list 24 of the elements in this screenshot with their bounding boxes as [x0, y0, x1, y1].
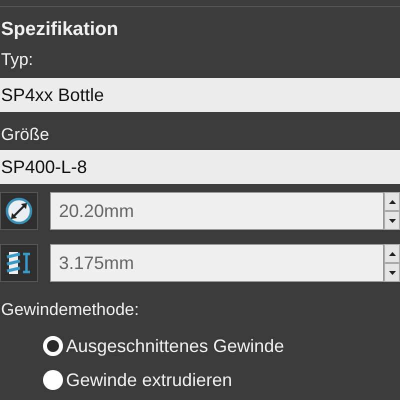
diameter-icon [4, 197, 33, 225]
increment-button[interactable] [384, 244, 400, 263]
thread-pitch-icon [4, 249, 33, 277]
increment-button[interactable] [384, 192, 400, 211]
radio-label: Gewinde extrudieren [66, 369, 232, 392]
radio-button[interactable] [43, 336, 63, 356]
value-field[interactable]: 20.20mm [50, 192, 384, 230]
field-label: Typ: [1, 49, 34, 71]
down-arrow-icon [388, 218, 396, 222]
field-label: Gewindemethode: [1, 299, 140, 321]
radio-label: Ausgeschnittenes Gewinde [66, 335, 284, 358]
value-field[interactable]: 3.175mm [50, 244, 384, 282]
decrement-button[interactable] [384, 211, 400, 230]
diameter-button[interactable] [0, 192, 38, 230]
field-label: Größe [1, 124, 50, 146]
decrement-button[interactable] [384, 263, 400, 282]
pitch-button[interactable] [0, 244, 38, 282]
radio-button[interactable] [43, 370, 63, 390]
type-field[interactable]: SP4xx Bottle [0, 78, 400, 112]
section-title: Spezifikation [1, 18, 120, 42]
size-field[interactable]: SP400-L-8 [0, 150, 400, 184]
up-arrow-icon [388, 200, 396, 204]
down-arrow-icon [388, 270, 396, 274]
up-arrow-icon [388, 252, 396, 256]
